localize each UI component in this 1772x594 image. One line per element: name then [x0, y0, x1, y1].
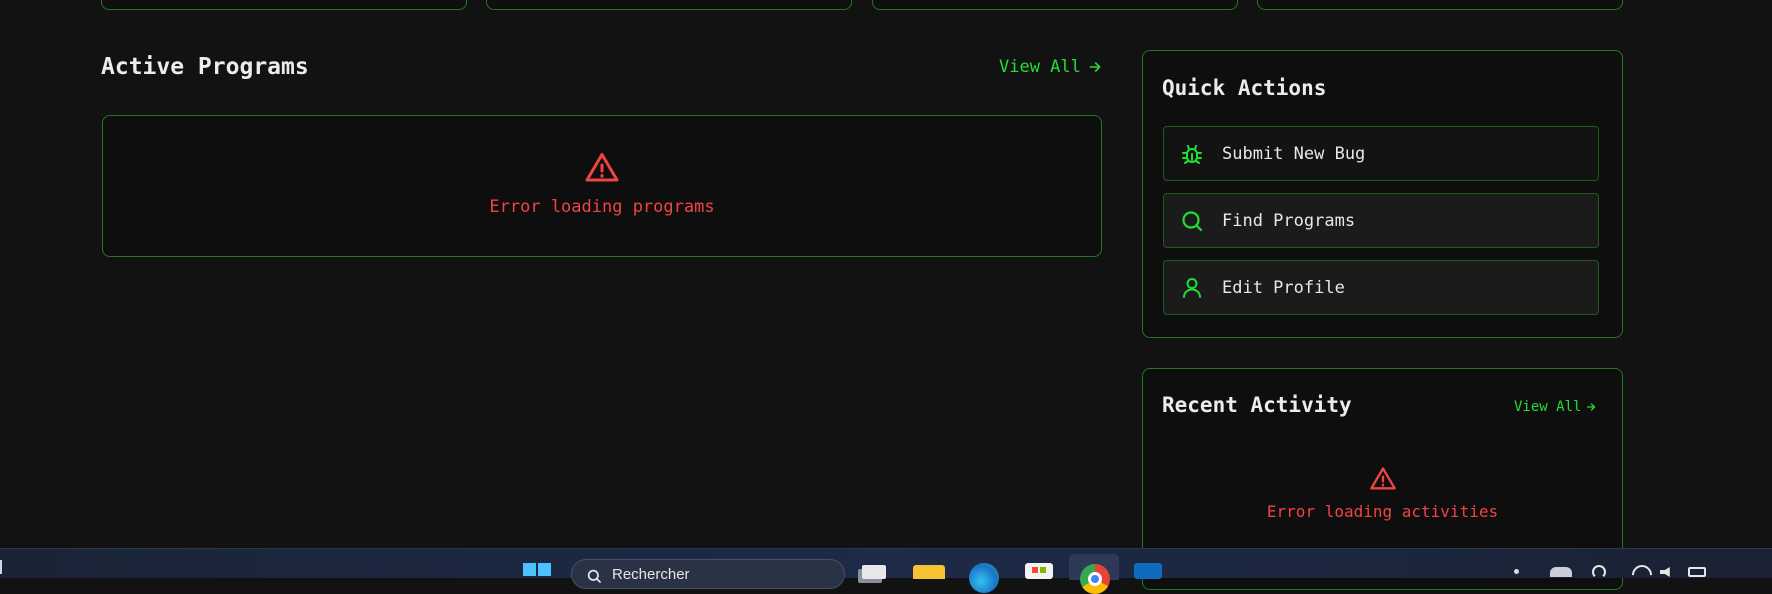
- activity-view-all-label: View All: [1514, 399, 1582, 415]
- arrow-right-icon: [1089, 62, 1101, 72]
- programs-panel: Error loading programs: [102, 115, 1102, 257]
- active-programs-title: Active Programs: [101, 54, 309, 80]
- user-icon: [1180, 276, 1204, 300]
- bug-icon: [1180, 142, 1204, 166]
- search-icon: [1180, 209, 1204, 233]
- recent-activity-title: Recent Activity: [1162, 393, 1352, 417]
- chrome-icon[interactable]: [1069, 554, 1119, 594]
- find-programs-label: Find Programs: [1222, 210, 1356, 231]
- taskbar-search-box[interactable]: Rechercher: [571, 559, 845, 589]
- stat-card-2: [486, 0, 852, 10]
- programs-error-text: Error loading programs: [489, 197, 715, 217]
- activity-error-text: Error loading activities: [1266, 502, 1499, 521]
- onedrive-icon: [1550, 567, 1572, 577]
- activity-error: Error loading activities: [1143, 465, 1622, 521]
- submit-new-bug-label: Submit New Bug: [1222, 143, 1366, 164]
- programs-view-all-link[interactable]: View All: [999, 57, 1103, 77]
- edge-browser-icon[interactable]: [969, 563, 999, 593]
- tray-dot-icon: [1514, 569, 1519, 574]
- arrow-right-icon: [1587, 403, 1596, 411]
- quick-actions-title: Quick Actions: [1162, 76, 1327, 100]
- warning-triangle-icon: [585, 153, 619, 182]
- activity-view-all-link[interactable]: View All: [1514, 399, 1597, 415]
- system-tray-icons[interactable]: [1510, 560, 1740, 590]
- submit-new-bug-button[interactable]: Submit New Bug: [1163, 126, 1599, 181]
- widgets-icon[interactable]: [0, 560, 6, 574]
- windows-start-icon[interactable]: [523, 563, 551, 591]
- taskbar: Rechercher: [0, 548, 1772, 594]
- taskbar-search-placeholder: Rechercher: [612, 566, 690, 583]
- edit-profile-label: Edit Profile: [1222, 277, 1345, 298]
- volume-icon: [1660, 567, 1670, 577]
- warning-triangle-icon: [1369, 467, 1396, 490]
- stat-card-4: [1257, 0, 1623, 10]
- quick-actions-panel: Quick Actions Submit New Bug Find Progra…: [1142, 50, 1623, 338]
- stat-card-1: [101, 0, 467, 10]
- battery-icon: [1688, 567, 1706, 577]
- find-programs-button[interactable]: Find Programs: [1163, 193, 1599, 248]
- programs-error: Error loading programs: [103, 150, 1101, 217]
- wifi-icon: [1627, 560, 1657, 590]
- edit-profile-button[interactable]: Edit Profile: [1163, 260, 1599, 315]
- search-icon: [587, 569, 601, 583]
- programs-view-all-label: View All: [999, 57, 1081, 77]
- stat-card-3: [872, 0, 1238, 10]
